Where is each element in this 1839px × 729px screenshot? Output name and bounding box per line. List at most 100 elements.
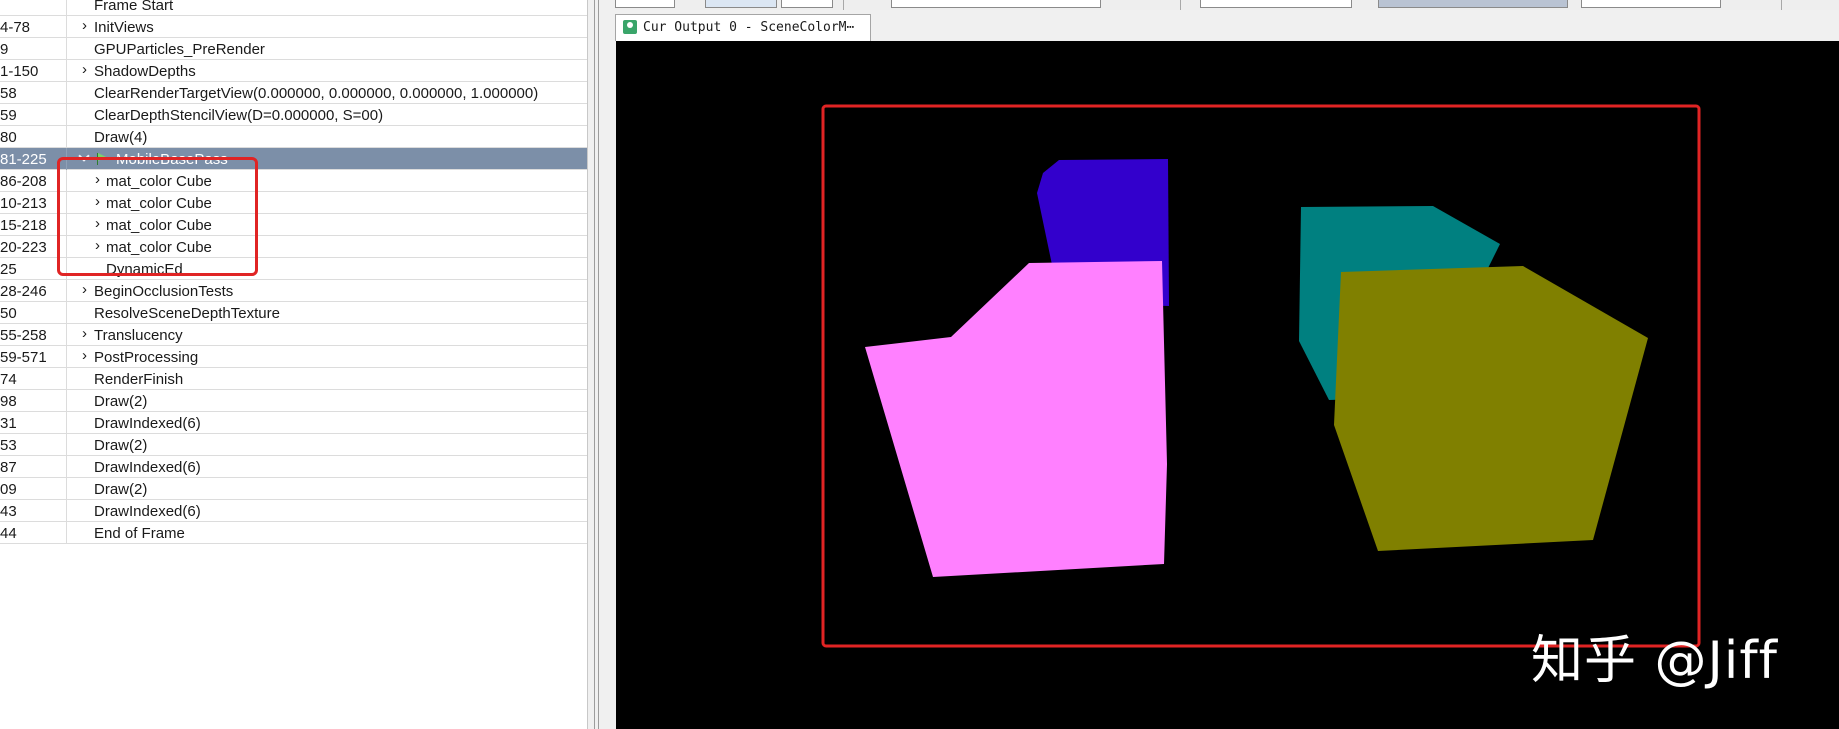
event-row[interactable]: 58 ClearRenderTargetView(0.000000, 0.0000… [0,82,587,104]
event-name: InitViews [94,19,154,36]
toolbar-button[interactable] [781,0,833,8]
column-divider [66,280,67,302]
event-name: ClearDepthStencilView(D=0.000000, S=00) [94,107,384,124]
event-id: 87 [0,459,17,476]
event-name: ShadowDepths [94,63,196,80]
event-name: ClearRenderTargetView(0.000000, 0.000000… [94,85,539,102]
event-row[interactable]: 43 DrawIndexed(6) [0,500,587,522]
event-name: End of Frame [94,525,185,542]
event-row[interactable]: 44 End of Frame [0,522,587,544]
event-id: 81-225 [0,151,47,168]
event-row[interactable]: 87 DrawIndexed(6) [0,456,587,478]
event-id: 59 [0,107,17,124]
event-row[interactable]: Frame Start [0,0,587,16]
splitter-grip-line [594,0,595,729]
event-id: 74 [0,371,17,388]
event-row[interactable]: 4-78 › InitViews [0,16,587,38]
event-id: 10-213 [0,195,47,212]
toolbar-separator [1180,0,1181,10]
toolbar-separator [843,0,844,10]
toolbar-separator [1781,0,1782,10]
chevron-right-icon[interactable]: › [82,326,92,342]
event-row[interactable]: 74 RenderFinish [0,368,587,390]
event-row[interactable]: 59 ClearDepthStencilView(D=0.000000, S=00… [0,104,587,126]
event-browser-panel: Frame Start 4-78 › InitViews 9 GPUParticles_P… [0,0,587,729]
event-id: 25 [0,261,17,278]
event-row[interactable]: 59-571 › PostProcessing [0,346,587,368]
splitter-grip-line [598,0,599,729]
event-id: 86-208 [0,173,47,190]
event-name: Draw(2) [94,437,148,454]
range-max-field[interactable] [1581,0,1721,8]
event-name: DrawIndexed(6) [94,459,201,476]
toolbar-button[interactable] [615,0,675,8]
draw-calls-highlight [57,157,258,276]
event-id: 28-246 [0,283,47,300]
event-name: Draw(2) [94,393,148,410]
panel-splitter[interactable] [587,0,615,729]
event-id: 9 [0,41,9,58]
range-slider[interactable] [1378,0,1568,8]
column-divider [66,324,67,346]
range-min-field[interactable] [1200,0,1352,8]
event-name: PostProcessing [94,349,199,366]
column-divider [66,522,67,544]
column-divider [66,456,67,478]
event-id: 58 [0,85,17,102]
event-name: DrawIndexed(6) [94,415,201,432]
event-id: 44 [0,525,17,542]
event-id: 31 [0,415,17,432]
tab-current-output[interactable]: Cur Output 0 - SceneColorM⋯ [615,14,871,41]
event-name: Draw(4) [94,129,148,146]
chevron-right-icon[interactable]: › [82,348,92,364]
column-divider [66,434,67,456]
column-divider [66,346,67,368]
event-id: 55-258 [0,327,47,344]
texture-viewport[interactable]: 知乎 @Jiff [616,41,1839,729]
event-row[interactable]: 50 ResolveSceneDepthTexture [0,302,587,324]
texture-icon [623,20,637,34]
event-name: Draw(2) [94,481,148,498]
texture-viewer-panel: Cur Output 0 - SceneColorM⋯ 知乎 @Jiff [615,0,1839,729]
event-id: 59-571 [0,349,47,366]
event-id: 20-223 [0,239,47,256]
event-id: 98 [0,393,17,410]
event-name: Frame Start [94,0,174,14]
event-id: 50 [0,305,17,322]
event-row[interactable]: 53 Draw(2) [0,434,587,456]
tab-label: Cur Output 0 - SceneColorM⋯ [643,20,855,35]
event-row[interactable]: 09 Draw(2) [0,478,587,500]
chevron-right-icon[interactable]: › [82,18,92,34]
event-id: 53 [0,437,17,454]
column-divider [66,0,67,16]
event-row[interactable]: 80 Draw(4) [0,126,587,148]
column-divider [66,104,67,126]
column-divider [66,302,67,324]
chevron-right-icon[interactable]: › [82,62,92,78]
column-divider [66,38,67,60]
event-name: ResolveSceneDepthTexture [94,305,280,322]
chevron-right-icon[interactable]: › [82,282,92,298]
event-name: Translucency [94,327,183,344]
event-name: BeginOcclusionTests [94,283,234,300]
event-row[interactable]: 98 Draw(2) [0,390,587,412]
event-id: 4-78 [0,19,31,36]
pink-cube [865,261,1167,577]
watermark-text: 知乎 @Jiff [1531,631,1778,691]
event-id: 1-150 [0,63,39,80]
column-divider [66,82,67,104]
column-divider [66,390,67,412]
toolbar-combo[interactable] [891,0,1101,8]
event-id: 80 [0,129,17,146]
event-row[interactable]: 28-246 › BeginOcclusionTests [0,280,587,302]
event-id: 09 [0,481,17,498]
event-name: RenderFinish [94,371,184,388]
event-row[interactable]: 31 DrawIndexed(6) [0,412,587,434]
toolbar-button[interactable] [705,0,777,8]
event-row[interactable]: 55-258 › Translucency [0,324,587,346]
event-row[interactable]: 1-150 › ShadowDepths [0,60,587,82]
olive-cube [1334,266,1648,551]
event-name: GPUParticles_PreRender [94,41,265,58]
event-row[interactable]: 9 GPUParticles_PreRender [0,38,587,60]
event-name: DrawIndexed(6) [94,503,201,520]
